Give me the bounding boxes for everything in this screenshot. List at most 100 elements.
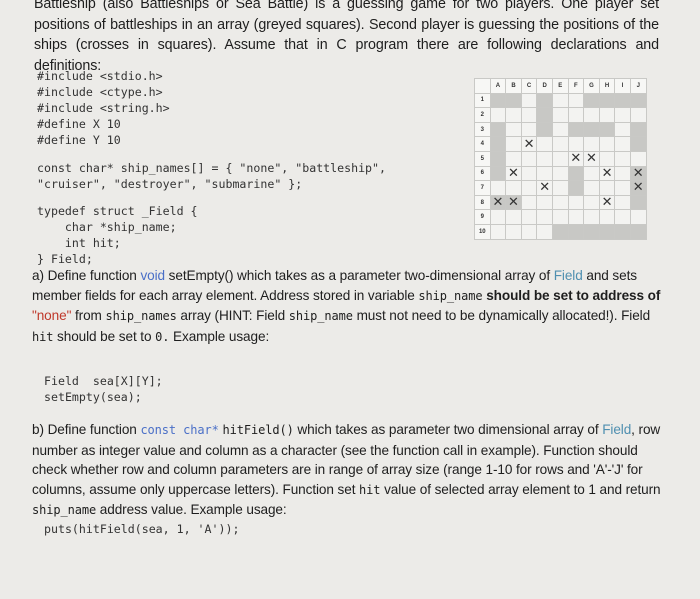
board-cell [551, 165, 569, 182]
text-segment: Field [553, 268, 583, 283]
corner-cell [474, 78, 491, 94]
board-cell [536, 150, 553, 167]
text-segment: from [71, 308, 106, 324]
board-cell [505, 92, 522, 109]
board-cell [614, 180, 631, 196]
row-header: 2 [474, 107, 491, 123]
board-cell [567, 107, 585, 123]
board-cell [614, 194, 631, 211]
board-cell [536, 136, 553, 152]
board-cell [520, 209, 538, 225]
column-header: I [614, 78, 631, 94]
board-cell: ✕ [520, 136, 538, 152]
board-cell [567, 180, 585, 196]
board-cell [567, 209, 585, 225]
cross-icon: ✕ [586, 151, 597, 167]
board-cell [505, 223, 522, 240]
board-cell [614, 165, 631, 182]
text-segment: ship_name [32, 503, 97, 518]
text-segment: ship_name [418, 288, 483, 303]
board-cell [598, 209, 616, 225]
cross-icon: ✕ [508, 195, 519, 211]
row-header: 1 [474, 92, 491, 109]
board-cell [629, 194, 647, 211]
board-cell: ✕ [489, 194, 507, 211]
board-cell [505, 121, 522, 138]
board-cell [520, 165, 538, 182]
board-cell [614, 209, 631, 225]
board-cell [489, 92, 507, 109]
board-cell [614, 107, 631, 123]
board-cell [629, 223, 647, 240]
column-header: H [598, 78, 616, 94]
board-cell [629, 209, 647, 225]
text-segment: "none" [32, 308, 72, 324]
board-cell: ✕ [598, 194, 616, 211]
text-segment: Battleship (also Battleships or Sea Batt… [34, 0, 659, 74]
text-segment: hitField() [222, 423, 294, 437]
cross-icon: ✕ [601, 195, 613, 211]
code-struct: typedef struct _Field { char *ship_name;… [37, 204, 198, 266]
board-cell: ✕ [598, 165, 616, 182]
board-cell [520, 92, 538, 109]
board-cell [489, 180, 507, 196]
board-cell [520, 150, 538, 167]
column-header: G [583, 78, 600, 94]
text-segment: a) Define function [32, 268, 141, 283]
board-cell [629, 121, 647, 138]
board-cell: ✕ [505, 194, 522, 211]
cross-icon: ✕ [492, 195, 504, 211]
row-header: 7 [474, 180, 491, 196]
part-b-paragraph: b) Define function const char* hitField(… [32, 420, 662, 521]
row-header: 9 [474, 209, 491, 225]
intro-paragraph: Battleship (also Battleships or Sea Batt… [34, 0, 659, 76]
board-cell: ✕ [583, 150, 600, 167]
board-cell [583, 223, 600, 240]
board-cell [614, 121, 631, 138]
board-cell [489, 223, 507, 240]
column-header: B [505, 78, 522, 94]
board-cell [567, 194, 585, 211]
board-cell [551, 92, 569, 109]
board-cell [598, 223, 616, 240]
text-segment: array (HINT: Field [176, 308, 289, 324]
board-cell [583, 92, 600, 109]
code-example-a: Field sea[X][Y]; setEmpty(sea); [44, 374, 163, 404]
board-cell [551, 107, 569, 123]
board-cell [536, 92, 553, 109]
row-header: 3 [474, 121, 491, 138]
board-cell [505, 180, 522, 196]
code-includes: #include <stdio.h> #include <ctype.h> #i… [37, 69, 170, 147]
text-segment: ship_name [288, 309, 353, 324]
board-cell: ✕ [567, 150, 585, 167]
board-cell [583, 209, 600, 225]
board-cell [614, 136, 631, 152]
board-cell [629, 92, 647, 109]
board-cell [583, 121, 600, 138]
board-cell [536, 209, 553, 225]
text-segment: should be set to address of [482, 287, 661, 303]
row-header: 6 [474, 165, 491, 182]
board-cell [583, 180, 600, 196]
board-cell [629, 136, 647, 152]
board-cell [614, 223, 631, 240]
board-cell [520, 180, 538, 196]
text-segment: hit [359, 482, 381, 497]
cross-icon: ✕ [508, 165, 519, 181]
cross-icon: ✕ [601, 165, 613, 181]
cross-icon: ✕ [632, 180, 644, 196]
board-cell [551, 121, 569, 138]
board-cell [489, 107, 507, 123]
board-cell [551, 209, 569, 225]
board-cell [489, 121, 507, 138]
text-segment: setEmpty() which takes as a parameter tw… [164, 268, 554, 283]
board-cell: ✕ [629, 165, 647, 182]
board-cell: ✕ [629, 180, 647, 196]
cross-icon: ✕ [539, 180, 551, 196]
board-cell [489, 165, 507, 182]
board-cell [536, 223, 553, 240]
board-cell [583, 136, 600, 152]
board-cell [598, 92, 616, 109]
board-cell [520, 194, 538, 211]
row-header: 10 [474, 223, 491, 240]
